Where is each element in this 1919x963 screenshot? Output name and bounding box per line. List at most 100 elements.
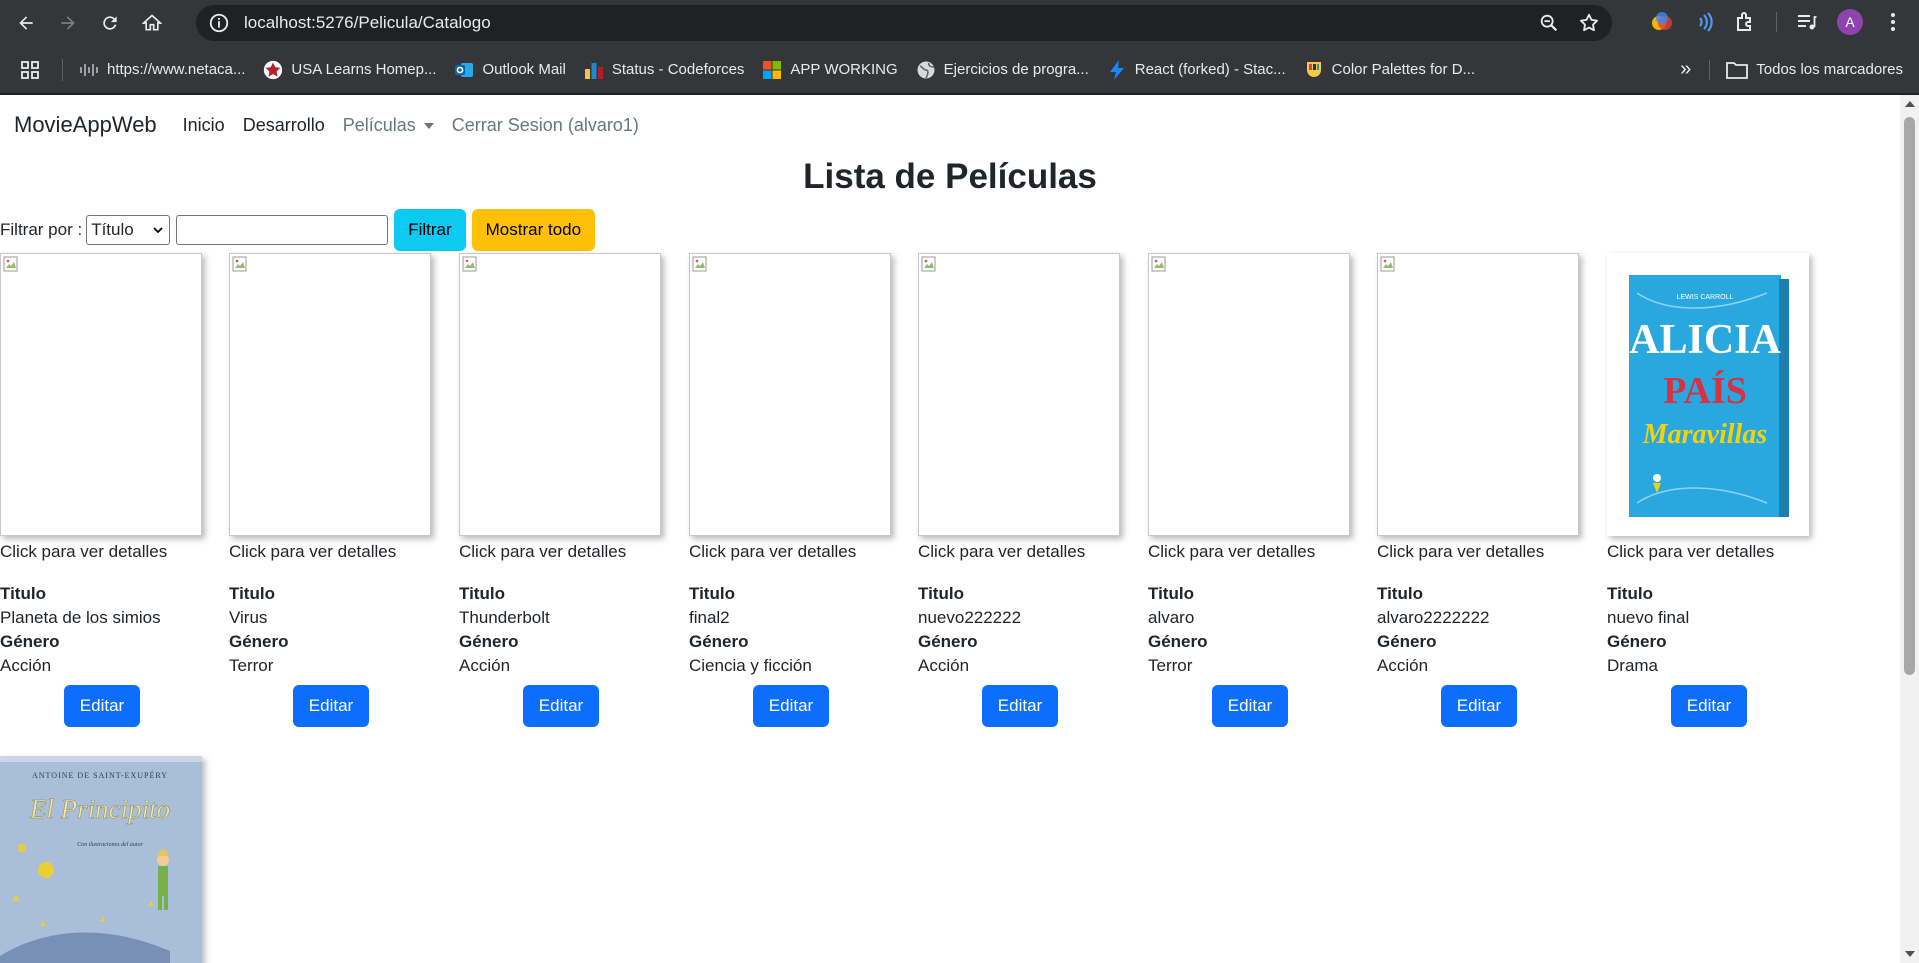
- bookmark-outlook[interactable]: Outlook Mail: [454, 60, 566, 80]
- home-icon: [142, 14, 162, 31]
- bookmark-ejercicios[interactable]: Ejercicios de progra...: [916, 60, 1089, 80]
- movie-poster[interactable]: ANTOINE DE SAINT-EXUPÉRY El Principito C…: [0, 756, 202, 963]
- filter-field-select[interactable]: Título: [86, 215, 171, 245]
- more-menu-icon[interactable]: [1881, 10, 1905, 34]
- bookmark-label: React (forked) - Stac...: [1134, 61, 1286, 78]
- bookmark-netacad[interactable]: https://www.netaca...: [79, 60, 245, 80]
- edit-button[interactable]: Editar: [982, 685, 1058, 727]
- bookmark-star-icon[interactable]: [1578, 12, 1600, 34]
- details-hint[interactable]: Click para ver detalles: [1607, 542, 1813, 562]
- edit-button[interactable]: Editar: [1212, 685, 1288, 727]
- extensions-puzzle-icon[interactable]: [1734, 10, 1758, 34]
- movie-poster[interactable]: [229, 253, 431, 536]
- edit-button[interactable]: Editar: [64, 685, 140, 727]
- bookmarks-bar: https://www.netaca... USA Learns Homep..…: [0, 46, 1919, 94]
- site-info-icon[interactable]: [208, 12, 230, 34]
- bookmark-color-palettes[interactable]: Color Palettes for D...: [1304, 60, 1475, 80]
- read-aloud-extension-icon[interactable]: [1692, 10, 1716, 34]
- profile-avatar[interactable]: A: [1837, 9, 1863, 35]
- movie-title-value: nuevo final: [1607, 608, 1690, 627]
- movie-poster[interactable]: [459, 253, 661, 536]
- movie-title-value: nuevo222222: [918, 608, 1022, 627]
- filter-select-value: Título: [91, 220, 134, 239]
- bookmark-label: https://www.netaca...: [107, 61, 246, 78]
- nav-link-inicio[interactable]: Inicio: [183, 115, 225, 136]
- movie-poster[interactable]: [918, 253, 1120, 536]
- movie-title-value: Virus: [229, 608, 268, 627]
- movie-poster[interactable]: [0, 253, 202, 536]
- movie-card: LEWIS CARROLL ALICIA PAÍS Maravillas Cli…: [1607, 253, 1813, 727]
- filter-button[interactable]: Filtrar: [394, 209, 466, 251]
- edit-button[interactable]: Editar: [1441, 685, 1517, 727]
- chevron-down-icon: [153, 227, 163, 234]
- details-hint[interactable]: Click para ver detalles: [229, 542, 435, 562]
- movie-title-value: alvaro: [1148, 608, 1195, 627]
- forward-button[interactable]: [52, 7, 84, 39]
- details-hint[interactable]: Click para ver detalles: [1148, 542, 1354, 562]
- all-bookmarks-button[interactable]: Todos los marcadores: [1756, 61, 1903, 78]
- bookmark-label: Color Palettes for D...: [1331, 61, 1476, 78]
- bookmark-app-working[interactable]: APP WORKING: [762, 60, 898, 80]
- movie-genre-value: Acción: [0, 656, 52, 675]
- nav-link-logout[interactable]: Cerrar Sesion (alvaro1): [452, 115, 639, 136]
- alicia-line2: PAÍS: [1663, 370, 1747, 412]
- edit-button[interactable]: Editar: [753, 685, 829, 727]
- toolbar-separator: [1776, 12, 1777, 32]
- media-controls-icon[interactable]: [1795, 10, 1819, 34]
- movie-card: Click para ver detalles Titulo final2 Géner…: [689, 253, 895, 727]
- bookmark-codeforces[interactable]: Status - Codeforces: [584, 60, 744, 80]
- movie-poster[interactable]: [1148, 253, 1350, 536]
- movie-genre-value: Drama: [1607, 656, 1659, 675]
- bookmark-label: Ejercicios de progra...: [943, 61, 1089, 78]
- details-hint[interactable]: Click para ver detalles: [689, 542, 895, 562]
- scroll-down-arrow-icon[interactable]: [1905, 951, 1915, 957]
- bookmarks-divider: [62, 58, 63, 81]
- bookmark-react-forked[interactable]: React (forked) - Stac...: [1107, 59, 1286, 80]
- edit-button[interactable]: Editar: [293, 685, 369, 727]
- alicia-book-cover[interactable]: LEWIS CARROLL ALICIA PAÍS Maravillas: [1607, 253, 1809, 536]
- details-hint[interactable]: Click para ver detalles: [1377, 542, 1583, 562]
- details-hint[interactable]: Click para ver detalles: [0, 542, 206, 562]
- bookmarks-overflow-button[interactable]: »: [1680, 58, 1691, 81]
- edit-button[interactable]: Editar: [1671, 685, 1747, 727]
- movie-title-value: final2: [689, 608, 730, 627]
- nav-dropdown-peliculas[interactable]: Películas: [343, 115, 434, 136]
- page-title: Lista de Películas: [803, 157, 1097, 196]
- nav-dropdown-label: Películas: [342, 114, 416, 135]
- url-text[interactable]: localhost:5276/Pelicula/Catalogo: [244, 13, 491, 33]
- movie-poster[interactable]: [689, 253, 891, 536]
- movie-poster[interactable]: [1377, 253, 1579, 536]
- movie-card: Click para ver detalles Titulo Virus Género…: [229, 253, 435, 727]
- outlook-icon: [454, 60, 474, 80]
- broken-image-icon: [1380, 256, 1395, 272]
- title-label: Titulo: [459, 584, 505, 603]
- show-all-button[interactable]: Mostrar todo: [471, 209, 596, 251]
- principito-title: El Principito: [29, 794, 170, 824]
- address-bar[interactable]: localhost:5276/Pelicula/Catalogo: [196, 5, 1612, 41]
- netacad-icon: [79, 60, 99, 80]
- details-hint[interactable]: Click para ver detalles: [459, 542, 665, 562]
- back-button[interactable]: [10, 7, 42, 39]
- genre-label: Género: [1148, 632, 1208, 651]
- details-hint[interactable]: Click para ver detalles: [918, 542, 1124, 562]
- folder-icon: [1726, 61, 1749, 79]
- movie-genre-value: Terror: [229, 656, 274, 675]
- zoom-icon[interactable]: [1538, 12, 1560, 34]
- scroll-up-arrow-icon[interactable]: [1905, 101, 1915, 107]
- scrollbar-thumb[interactable]: [1904, 117, 1915, 675]
- edit-button[interactable]: Editar: [523, 685, 599, 727]
- genre-label: Género: [918, 632, 978, 651]
- principito-book-cover[interactable]: ANTOINE DE SAINT-EXUPÉRY El Principito C…: [0, 756, 202, 963]
- apps-grid-button[interactable]: [20, 60, 40, 80]
- nav-link-desarrollo[interactable]: Desarrollo: [243, 115, 325, 136]
- navbar-brand[interactable]: MovieAppWeb: [14, 112, 157, 138]
- title-label: Titulo: [0, 584, 46, 603]
- page-scrollbar[interactable]: [1900, 95, 1919, 963]
- color-picker-extension-icon[interactable]: [1650, 10, 1674, 34]
- home-button[interactable]: [136, 7, 168, 39]
- bookmark-label: USA Learns Homep...: [291, 61, 437, 78]
- reload-button[interactable]: [94, 7, 126, 39]
- movie-poster[interactable]: LEWIS CARROLL ALICIA PAÍS Maravillas: [1607, 253, 1809, 536]
- bookmark-usa-learns[interactable]: USA Learns Homep...: [263, 60, 436, 80]
- filter-text-input[interactable]: [176, 215, 389, 245]
